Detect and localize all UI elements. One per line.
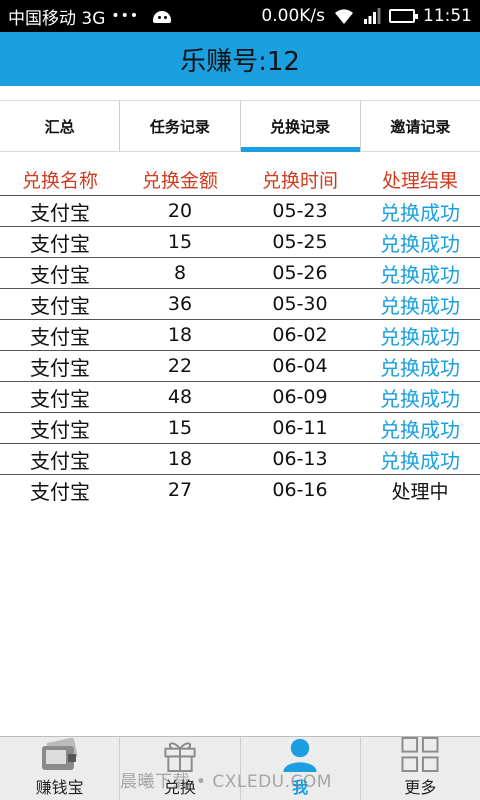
row-date: 05-26 [272, 262, 328, 284]
nav-item-more[interactable]: 更多 [361, 737, 480, 800]
signal-icon [364, 8, 381, 24]
row-result: 兑换成功 [380, 355, 460, 380]
table-header: 兑换名称 兑换金额 兑换时间 处理结果 [0, 163, 480, 195]
row-name: 支付宝 [30, 479, 90, 504]
column-header-time: 兑换时间 [261, 169, 338, 192]
table-row: 支付宝 8 05-26 兑换成功 [0, 257, 480, 288]
column-header-result: 处理结果 [381, 169, 458, 192]
row-amount: 15 [167, 231, 193, 253]
row-date: 06-02 [272, 324, 328, 346]
table-row: 支付宝 15 06-11 兑换成功 [0, 412, 480, 443]
row-name: 支付宝 [30, 231, 90, 256]
wallet-icon [41, 738, 78, 770]
column-header-name: 兑换名称 [21, 169, 98, 192]
row-result: 兑换成功 [380, 386, 460, 411]
clock: 11:51 [423, 6, 472, 26]
row-result: 兑换成功 [380, 200, 460, 225]
row-amount: 18 [167, 324, 193, 346]
row-amount: 48 [167, 386, 193, 408]
table-row: 支付宝 15 05-25 兑换成功 [0, 226, 480, 257]
row-result: 兑换成功 [380, 231, 460, 256]
row-amount: 36 [167, 293, 193, 315]
nav-label-earn: 赚钱宝 [35, 778, 84, 797]
row-result: 处理中 [391, 480, 449, 503]
battery-icon [389, 9, 418, 23]
network-speed: 0.00K/s [261, 6, 325, 26]
table-row: 支付宝 20 05-23 兑换成功 [0, 195, 480, 226]
row-amount: 18 [167, 448, 193, 470]
row-name: 支付宝 [30, 355, 90, 380]
nav-label-more: 更多 [404, 778, 437, 797]
row-date: 06-11 [272, 417, 328, 439]
column-header-amount: 兑换金额 [141, 169, 218, 192]
page-title: 乐赚号:12 [180, 46, 300, 77]
row-date: 05-25 [272, 231, 328, 253]
row-date: 06-13 [272, 448, 328, 470]
row-date: 05-23 [272, 200, 328, 222]
row-result: 兑换成功 [380, 324, 460, 349]
row-amount: 15 [167, 417, 193, 439]
row-result: 兑换成功 [380, 448, 460, 473]
row-name: 支付宝 [30, 448, 90, 473]
tab-task-records[interactable]: 任务记录 [120, 101, 241, 151]
table-row: 支付宝 18 06-02 兑换成功 [0, 319, 480, 350]
row-name: 支付宝 [30, 293, 90, 318]
row-name: 支付宝 [30, 324, 90, 349]
table-row: 支付宝 22 06-04 兑换成功 [0, 350, 480, 381]
row-result: 兑换成功 [380, 293, 460, 318]
record-tabs: 汇总 任务记录 兑换记录 邀请记录 [0, 100, 480, 152]
row-date: 06-09 [272, 386, 328, 408]
carrier-label: 中国移动 3G [8, 8, 106, 29]
row-result: 兑换成功 [380, 417, 460, 442]
exchange-table: 兑换名称 兑换金额 兑换时间 处理结果 支付宝 20 05-23 兑换成功 支付… [0, 163, 480, 505]
tab-exchange-records[interactable]: 兑换记录 [240, 101, 361, 152]
table-row: 支付宝 48 06-09 兑换成功 [0, 381, 480, 412]
row-amount: 8 [173, 262, 187, 284]
row-date: 06-16 [272, 479, 328, 501]
table-row: 支付宝 36 05-30 兑换成功 [0, 288, 480, 319]
nav-item-earn[interactable]: 赚钱宝 [0, 737, 121, 800]
row-amount: 27 [167, 479, 193, 501]
row-date: 05-30 [272, 293, 328, 315]
table-row: 支付宝 27 06-16 处理中 [0, 474, 480, 505]
row-amount: 20 [167, 200, 193, 222]
row-name: 支付宝 [30, 262, 90, 287]
wifi-icon [335, 9, 353, 24]
android-icon [151, 8, 173, 24]
row-name: 支付宝 [30, 386, 90, 411]
row-name: 支付宝 [30, 417, 90, 442]
tab-summary[interactable]: 汇总 [0, 101, 121, 151]
notification-dots: ••• [111, 8, 140, 24]
row-name: 支付宝 [30, 200, 90, 225]
watermark: 晨曦下载 • CXLEDU.COM [120, 772, 332, 792]
row-amount: 22 [167, 355, 193, 377]
row-date: 06-04 [272, 355, 328, 377]
status-bar: 中国移动 3G ••• 0.00K/s 11:51 [0, 0, 480, 32]
title-bar: 乐赚号:12 [0, 32, 480, 86]
tab-invite-records[interactable]: 邀请记录 [361, 101, 480, 151]
table-row: 支付宝 18 06-13 兑换成功 [0, 443, 480, 474]
row-result: 兑换成功 [380, 262, 460, 287]
grid-icon [401, 737, 439, 772]
